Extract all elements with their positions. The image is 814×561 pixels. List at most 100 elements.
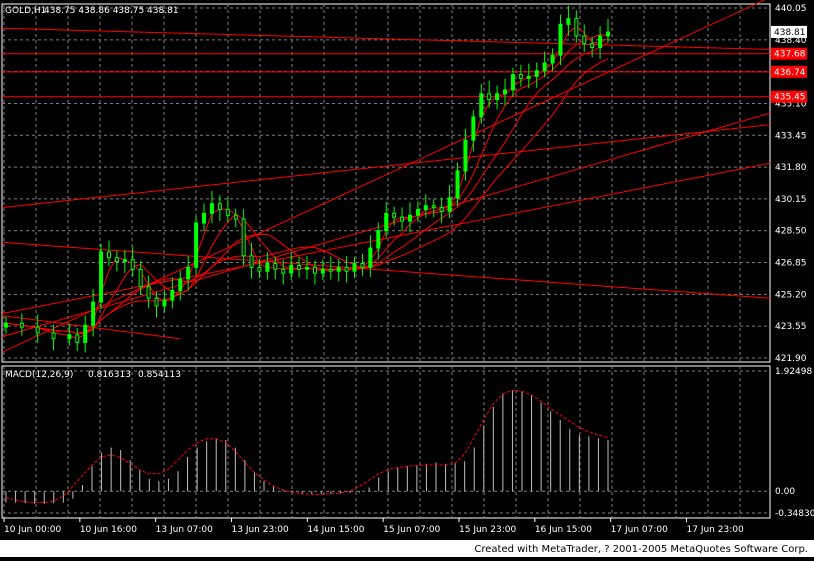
time-tick-label: 13 Jun 07:00 xyxy=(156,525,213,535)
candle-body xyxy=(114,257,119,263)
chart-svg: 440.05438.40436.75435.10433.45431.80430.… xyxy=(0,0,814,557)
macd-main-value: 0.816313 xyxy=(88,370,131,380)
macd-tick-label: 0.00 xyxy=(775,487,795,497)
candle-body xyxy=(233,214,238,220)
candle-body xyxy=(320,268,325,274)
candle-body xyxy=(384,212,389,232)
candle-body xyxy=(574,18,579,37)
candle-body xyxy=(407,214,412,222)
price-level-tag-label: 437.68 xyxy=(774,50,806,60)
candle-body xyxy=(542,62,547,72)
candle-body xyxy=(99,251,104,303)
price-tick-label: 426.85 xyxy=(775,259,807,269)
trading-chart: 440.05438.40436.75435.10433.45431.80430.… xyxy=(0,0,814,557)
candle-body xyxy=(186,266,191,280)
candle-body xyxy=(550,54,555,64)
ohlc-label: 438.75 438.86 438.75 438.81 xyxy=(44,6,179,16)
candle-body xyxy=(312,266,317,274)
footer-credit: Created with MetaTrader, ? 2001-2005 Met… xyxy=(474,544,808,555)
candle-body xyxy=(606,31,610,37)
candle-body xyxy=(241,218,246,257)
candle-body xyxy=(558,23,563,56)
price-tick-label: 440.05 xyxy=(775,4,807,14)
candle-body xyxy=(455,170,460,199)
time-tick-label: 13 Jun 23:00 xyxy=(232,525,289,535)
candle-body xyxy=(360,263,365,268)
candle-body xyxy=(431,205,436,209)
price-level-tag-label: 436.74 xyxy=(774,68,806,78)
candle-body xyxy=(225,209,230,216)
candle-body xyxy=(518,74,523,79)
candle-body xyxy=(463,139,468,172)
candle-body xyxy=(479,93,484,118)
time-tick-label: 10 Jun 16:00 xyxy=(80,525,137,535)
candle-body xyxy=(202,212,207,224)
candle-body xyxy=(447,197,452,212)
macd-tick-label: 1.92498 xyxy=(775,367,812,377)
candle-body xyxy=(273,263,278,270)
candle-body xyxy=(162,299,167,307)
candle-body xyxy=(423,205,428,211)
time-tick-label: 15 Jun 07:00 xyxy=(383,525,440,535)
price-tick-label: 430.15 xyxy=(775,195,807,205)
candle-body xyxy=(281,268,286,274)
candle-body xyxy=(4,322,8,328)
candle-body xyxy=(249,255,254,268)
price-tick-label: 428.50 xyxy=(775,227,807,237)
price-tick-label: 425.20 xyxy=(775,290,807,300)
current-price-label: 438.81 xyxy=(774,28,806,38)
candle-body xyxy=(122,259,127,263)
candle-body xyxy=(289,264,294,274)
candle-body xyxy=(495,93,500,101)
candle-body xyxy=(487,93,492,101)
candle-body xyxy=(106,251,111,259)
candle-body xyxy=(35,326,40,334)
price-tick-label: 423.55 xyxy=(775,322,807,332)
price-tick-label: 431.80 xyxy=(775,163,807,173)
candle-body xyxy=(566,18,571,25)
candle-body xyxy=(51,332,56,340)
candle-body xyxy=(297,264,302,270)
candle-body xyxy=(75,334,80,344)
candle-body xyxy=(138,268,143,288)
symbol-label: GOLD,H1 xyxy=(5,6,46,16)
candle-body xyxy=(344,266,349,272)
candle-body xyxy=(392,212,397,218)
macd-label: MACD(12,26,9) xyxy=(5,370,73,380)
candle-body xyxy=(336,266,341,272)
time-tick-label: 17 Jun 07:00 xyxy=(611,525,668,535)
candle-body xyxy=(257,266,262,272)
price-tick-label: 421.90 xyxy=(775,354,807,364)
candle-body xyxy=(376,230,381,249)
candle-body xyxy=(328,268,333,272)
macd-signal-value: 0.854113 xyxy=(138,370,181,380)
candle-body xyxy=(19,322,24,328)
price-level-tag-label: 435.45 xyxy=(774,93,806,103)
time-tick-label: 14 Jun 15:00 xyxy=(307,525,364,535)
candle-body xyxy=(305,266,309,270)
candle-body xyxy=(83,324,88,344)
time-tick-label: 15 Jun 23:00 xyxy=(459,525,516,535)
candle-body xyxy=(471,116,476,141)
candle-body xyxy=(582,35,587,45)
price-tick-label: 433.45 xyxy=(775,131,807,141)
candle-body xyxy=(368,247,373,268)
candle-body xyxy=(130,259,135,270)
candle-body xyxy=(415,209,420,216)
candle-body xyxy=(91,301,96,326)
candle-body xyxy=(598,35,603,49)
candle-body xyxy=(209,203,214,214)
candle-body xyxy=(400,216,405,222)
candle-body xyxy=(146,286,151,299)
candle-body xyxy=(194,222,199,268)
time-tick-label: 17 Jun 23:00 xyxy=(687,525,744,535)
candle-body xyxy=(217,203,222,211)
time-tick-label: 16 Jun 15:00 xyxy=(535,525,592,535)
candle-body xyxy=(67,334,72,340)
candle-body xyxy=(534,70,539,77)
candle-body xyxy=(590,43,595,49)
macd-tick-label: -0.34830 xyxy=(775,509,814,519)
candle-body xyxy=(178,278,183,292)
candle-body xyxy=(526,75,531,79)
candle-body xyxy=(170,290,175,301)
